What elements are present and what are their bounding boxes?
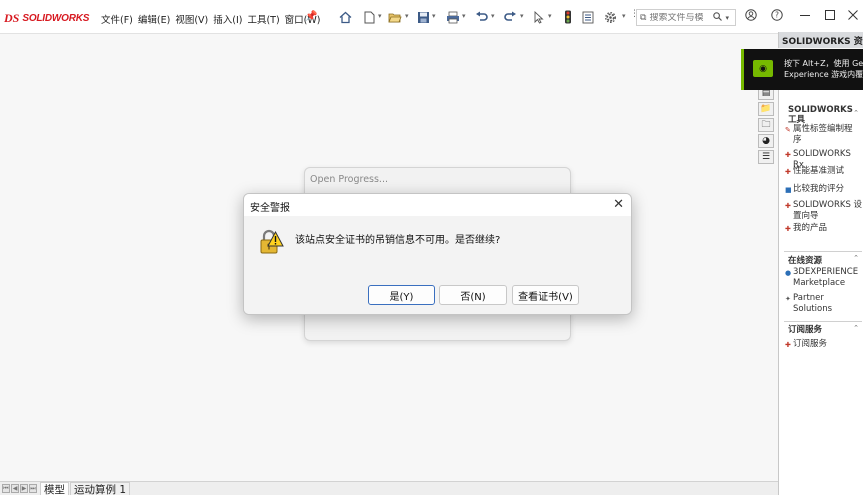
task-pane-tabs: ▤ 📁 🗀 ◕ ☰ xyxy=(758,86,776,166)
dialog-message: 该站点安全证书的吊销信息不可用。是否继续? xyxy=(295,235,501,246)
tab-appearances-icon[interactable]: ◕ xyxy=(758,134,774,148)
select-dropdown-icon[interactable]: ▾ xyxy=(548,12,552,20)
redo-dropdown-icon[interactable]: ▾ xyxy=(520,12,524,20)
list-item[interactable]: ✦ Partner Solutions xyxy=(785,293,863,314)
nvidia-message-line2: Experience 游戏内覆盖 xyxy=(784,70,863,79)
list-item[interactable]: ✎ 属性标签编制程序 xyxy=(785,124,863,145)
tab-motion-study[interactable]: 运动算例 1 xyxy=(70,482,131,495)
list-item[interactable]: ✚ SOLIDWORKS 设置向导 xyxy=(785,200,863,221)
minimize-icon[interactable] xyxy=(797,9,813,24)
open-dropdown-icon[interactable]: ▾ xyxy=(405,12,409,20)
brand-name: SOLIDWORKS xyxy=(22,12,90,24)
collapse-online-icon[interactable]: ⌃ xyxy=(853,254,859,262)
bottom-tab-bar: ⏮ ◀ ▶ ⏭ 模型 运动算例 1 xyxy=(0,481,778,495)
task-pane-header: SOLIDWORKS 资源 ⚙ xyxy=(778,32,863,48)
options-gear-icon[interactable] xyxy=(603,10,617,24)
search-icon[interactable] xyxy=(713,11,723,24)
options-dropdown-icon[interactable]: ▾ xyxy=(622,12,626,20)
search-input[interactable] xyxy=(649,12,712,23)
ds-logo-mark: DS xyxy=(4,10,20,25)
new-dropdown-icon[interactable]: ▾ xyxy=(378,12,382,20)
tool-icon: ■ xyxy=(785,186,792,194)
file-properties-icon[interactable] xyxy=(581,10,595,24)
search-dropdown-icon[interactable]: ▾ xyxy=(725,14,729,22)
print-icon[interactable] xyxy=(446,10,460,24)
title-toolbar: DS SOLIDWORKS 文件(F) 编辑(E) 视图(V) 插入(I) 工具… xyxy=(0,0,863,34)
menu-insert[interactable]: 插入(I) xyxy=(213,12,242,26)
next-tab-icon[interactable]: ▶ xyxy=(20,484,28,493)
task-pane-title: SOLIDWORKS 资源 xyxy=(782,36,863,47)
dialog-title: 安全警报 xyxy=(250,203,290,214)
no-button[interactable]: 否(N) xyxy=(439,285,507,305)
subscription-icon: ✚ xyxy=(785,341,791,349)
divider xyxy=(784,321,862,322)
list-item[interactable]: ✚ 性能基准测试 xyxy=(785,166,863,178)
tab-custom-properties-icon[interactable]: ☰ xyxy=(758,150,774,164)
new-document-icon[interactable] xyxy=(362,10,376,24)
tab-design-library-icon[interactable]: 📁 xyxy=(758,102,774,116)
dialog-body: 该站点安全证书的吊销信息不可用。是否继续? 是(Y) 否(N) 查看证书(V) xyxy=(244,216,631,314)
help-icon[interactable]: ? xyxy=(769,9,785,24)
warning-lock-icon xyxy=(259,228,284,255)
task-pane: SOLIDWORKS 工具 ⌃ ✎ 属性标签编制程序 ✚ SOLIDWORKS … xyxy=(778,90,863,495)
traffic-light-icon[interactable] xyxy=(561,10,575,24)
nvidia-overlay-notification[interactable]: ◉ 按下 Alt+Z，使用 GeForce Experience 游戏内覆盖 xyxy=(741,49,863,90)
search-scope-icon[interactable]: ⧉ xyxy=(640,13,646,23)
last-tab-icon[interactable]: ⏭ xyxy=(29,484,37,493)
tool-icon: ✎ xyxy=(785,126,791,134)
section-title-online: 在线资源 xyxy=(788,256,823,266)
list-item[interactable]: ✚ 订阅服务 xyxy=(785,339,863,351)
first-tab-icon[interactable]: ⏮ xyxy=(2,484,10,493)
list-item[interactable]: ● 3DEXPERIENCE Marketplace xyxy=(785,267,863,288)
nvidia-logo-icon: ◉ xyxy=(753,60,773,77)
print-dropdown-icon[interactable]: ▾ xyxy=(462,12,466,20)
undo-dropdown-icon[interactable]: ▾ xyxy=(491,12,495,20)
solidworks-logo[interactable]: DS SOLIDWORKS xyxy=(4,10,89,26)
tab-file-explorer-icon[interactable]: 🗀 xyxy=(758,118,774,132)
save-icon[interactable] xyxy=(416,10,430,24)
list-item[interactable]: ✚ 我的产品 xyxy=(785,223,863,235)
collapse-tools-icon[interactable]: ⌃ xyxy=(853,109,859,117)
yes-button[interactable]: 是(Y) xyxy=(368,285,435,305)
menu-tools[interactable]: 工具(T) xyxy=(247,12,279,26)
dialog-close-icon[interactable]: ✕ xyxy=(613,197,624,212)
divider xyxy=(784,251,862,252)
menu-file[interactable]: 文件(F) xyxy=(101,12,133,26)
prev-tab-icon[interactable]: ◀ xyxy=(11,484,19,493)
nvidia-message-line1: 按下 Alt+Z，使用 GeForce xyxy=(784,59,863,68)
section-title-subscription: 订阅服务 xyxy=(788,325,823,335)
list-item[interactable]: ■ 比较我的评分 xyxy=(785,184,863,196)
undo-icon[interactable] xyxy=(474,10,488,24)
tab-nav-arrows: ⏮ ◀ ▶ ⏭ xyxy=(2,484,37,493)
tool-icon: ✚ xyxy=(785,202,791,210)
tab-model[interactable]: 模型 xyxy=(40,482,69,495)
tool-icon: ✚ xyxy=(785,168,791,176)
home-icon[interactable] xyxy=(338,10,352,24)
close-window-icon[interactable] xyxy=(845,9,861,24)
menu-edit[interactable]: 编辑(E) xyxy=(138,12,170,26)
security-alert-dialog: 安全警报 ✕ 该站点安全证书的吊销信息不可用。是否继续? 是(Y) 否(N) 查… xyxy=(243,193,632,315)
view-certificate-button[interactable]: 查看证书(V) xyxy=(512,285,579,305)
partner-icon: ✦ xyxy=(785,295,791,303)
section-title-sw-tools: SOLIDWORKS 工具 xyxy=(788,105,853,125)
marketplace-icon: ● xyxy=(785,269,792,277)
tool-icon: ✚ xyxy=(785,151,791,159)
redo-icon[interactable] xyxy=(503,10,517,24)
search-box[interactable]: ⧉ ▾ xyxy=(636,9,736,26)
select-icon[interactable] xyxy=(532,10,546,24)
tool-icon: ✚ xyxy=(785,225,791,233)
user-account-icon[interactable] xyxy=(743,9,759,24)
save-dropdown-icon[interactable]: ▾ xyxy=(432,12,436,20)
menu-bar: 文件(F) 编辑(E) 视图(V) 插入(I) 工具(T) 窗口(W) xyxy=(101,12,325,26)
progress-title: Open Progress... xyxy=(310,174,388,185)
pin-icon[interactable]: 📌 xyxy=(305,11,317,22)
svg-text:?: ? xyxy=(775,11,779,20)
menu-view[interactable]: 视图(V) xyxy=(175,12,208,26)
collapse-subscription-icon[interactable]: ⌃ xyxy=(853,324,859,332)
dialog-titlebar: 安全警报 ✕ xyxy=(244,194,631,216)
maximize-icon[interactable] xyxy=(822,9,838,24)
open-icon[interactable] xyxy=(388,10,402,24)
